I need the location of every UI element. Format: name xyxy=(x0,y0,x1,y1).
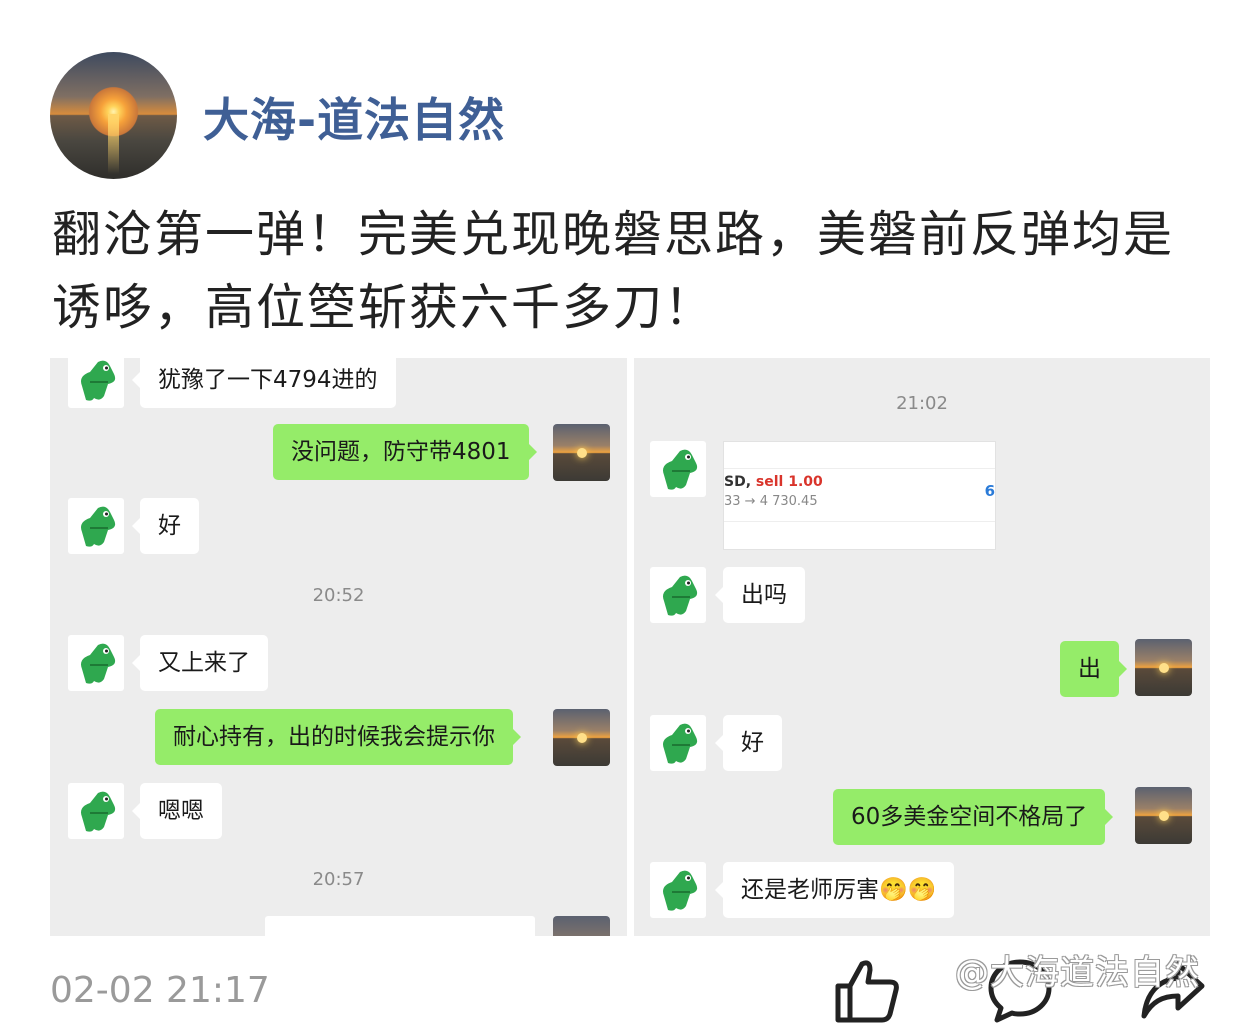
sunset-avatar-icon xyxy=(1135,639,1192,696)
chat-screenshot-right[interactable]: 21:02 SD, sell 1.00 33 → 4 730.45 6 出吗 出… xyxy=(634,358,1210,936)
sunset-avatar-icon xyxy=(553,916,610,936)
sunset-avatar-icon xyxy=(1135,787,1192,844)
chat-message: 好 xyxy=(132,498,199,554)
chat-message: 犹豫了一下4794进的 xyxy=(132,358,396,408)
watermark: @大海道法自然 xyxy=(955,953,1200,993)
crocodile-avatar-icon xyxy=(68,358,124,408)
chat-message: 好 xyxy=(715,715,782,771)
crocodile-avatar-icon xyxy=(650,715,706,771)
chat-message: 还是老师厉害🤭🤭 xyxy=(714,862,955,918)
trade-price: 33 → 4 730.45 xyxy=(724,494,818,509)
trade-screenshot-card[interactable]: SD, sell 1.00 33 → 4 730.45 6 xyxy=(723,441,996,550)
crocodile-avatar-icon xyxy=(650,567,706,623)
chat-timestamp: 21:02 xyxy=(896,393,948,414)
chat-message-self: 耐心持有，出的时候我会提示你 xyxy=(155,709,521,765)
post-timestamp: 02-02 21:17 xyxy=(50,970,270,1011)
chat-message: 又上来了 xyxy=(132,635,268,691)
author-name[interactable]: 大海-道法自然 xyxy=(203,84,505,150)
crocodile-avatar-icon xyxy=(650,862,706,918)
sunset-avatar-icon xyxy=(553,709,610,766)
sunset-avatar-icon xyxy=(553,424,610,481)
chat-message-self: 出 xyxy=(1060,641,1127,697)
chat-timestamp: 20:52 xyxy=(312,585,365,606)
chat-message-self: 没问题，防守带4801 xyxy=(273,424,537,480)
crocodile-avatar-icon xyxy=(68,783,124,839)
thumbs-up-icon xyxy=(835,960,899,1023)
chat-message-self: 60多美金空间不格局了 xyxy=(833,789,1114,845)
chat-message: 嗯嗯 xyxy=(132,783,222,839)
chat-message: 出吗 xyxy=(715,567,805,623)
like-button[interactable] xyxy=(832,956,902,1026)
chat-timestamp: 20:57 xyxy=(312,869,365,890)
crocodile-avatar-icon xyxy=(68,498,124,554)
crocodile-avatar-icon xyxy=(650,441,706,497)
trade-profit: 6 xyxy=(984,482,995,500)
cut-off-card xyxy=(265,916,535,936)
author-avatar[interactable] xyxy=(50,52,177,179)
trade-line: SD, sell 1.00 xyxy=(724,474,823,490)
post-text: 翻沧第一弹！完美兑现晚磐思路，美磐前反弹均是诱哆，高位箜斩获六千多刀！ xyxy=(52,206,1175,336)
chat-screenshot-left[interactable]: 犹豫了一下4794进的 没问题，防守带4801 好 20:52 又上来了 耐心持… xyxy=(50,358,627,936)
crocodile-avatar-icon xyxy=(68,635,124,691)
